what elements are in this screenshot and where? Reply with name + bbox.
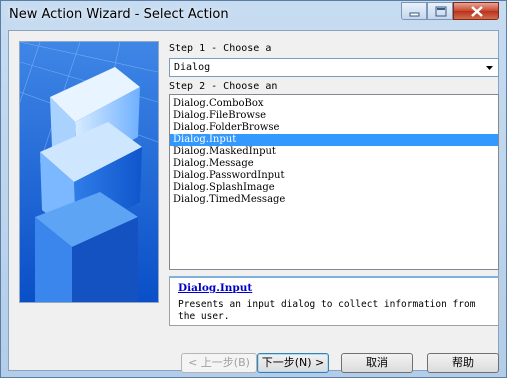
next-button[interactable]: 下一步(N) > (257, 353, 329, 373)
list-item[interactable]: Dialog.ComboBox (170, 98, 498, 110)
minimize-icon (409, 12, 420, 17)
list-item[interactable]: Dialog.TimedMessage (170, 194, 498, 206)
title-bar[interactable]: New Action Wizard - Select Action (1, 1, 506, 30)
building-graphic (20, 42, 158, 302)
window-title: New Action Wizard - Select Action (9, 7, 229, 22)
list-item[interactable]: Dialog.SplashImage (170, 182, 498, 194)
wizard-banner-image (19, 41, 159, 303)
minimize-button[interactable] (401, 2, 427, 20)
action-listbox[interactable]: Dialog.ComboBox Dialog.FileBrowse Dialog… (169, 94, 499, 270)
wizard-window: New Action Wizard - Select Action Step 1… (0, 0, 507, 378)
close-icon (471, 6, 483, 17)
category-dropdown[interactable]: Dialog (169, 58, 499, 77)
back-button[interactable]: < 上一步(B) (181, 353, 257, 373)
list-item[interactable]: Dialog.FileBrowse (170, 110, 498, 122)
step1-label: Step 1 - Choose a (169, 43, 272, 54)
list-item[interactable]: Dialog.FolderBrowse (170, 122, 498, 134)
maximize-icon (435, 6, 447, 17)
step2-label: Step 2 - Choose an (169, 81, 278, 92)
list-item[interactable]: Dialog.MaskedInput (170, 146, 498, 158)
action-description-panel: Dialog.Input Presents an input dialog to… (169, 276, 499, 326)
wizard-content: Step 1 - Choose a Dialog Step 2 - Choose… (8, 30, 499, 373)
category-dropdown-value: Dialog (174, 62, 211, 73)
action-description-text: Presents an input dialog to collect info… (178, 299, 476, 322)
cancel-button[interactable]: 取消 (341, 353, 413, 373)
help-button[interactable]: 帮助 (427, 353, 499, 373)
list-item-selected[interactable]: Dialog.Input (170, 134, 498, 146)
list-item[interactable]: Dialog.PasswordInput (170, 170, 498, 182)
chevron-down-icon[interactable] (483, 61, 496, 74)
action-help-link[interactable]: Dialog.Input (178, 282, 252, 294)
list-item[interactable]: Dialog.Message (170, 158, 498, 170)
close-button[interactable] (453, 2, 499, 20)
maximize-button[interactable] (427, 2, 453, 20)
